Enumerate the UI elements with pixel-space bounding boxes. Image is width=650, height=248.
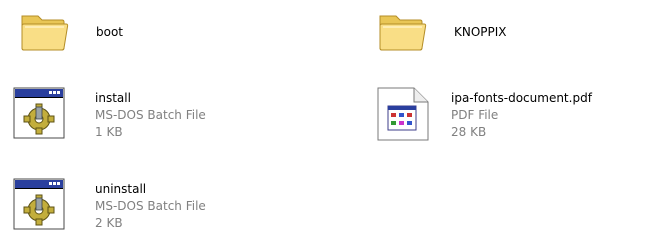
file-name: install <box>95 91 131 105</box>
file-size: 1 KB <box>95 125 123 139</box>
file-name: KNOPPIX <box>454 25 507 39</box>
file-name: ipa-fonts-document.pdf <box>451 91 592 105</box>
batch-file-icon <box>12 86 68 142</box>
file-size: 2 KB <box>95 216 123 230</box>
batch-file-icon <box>12 177 68 233</box>
file-type: MS-DOS Batch File <box>95 108 206 122</box>
file-item-install[interactable]: install MS-DOS Batch File 1 KB <box>12 86 312 146</box>
file-item-uninstall[interactable]: uninstall MS-DOS Batch File 2 KB <box>12 177 312 237</box>
folder-icon <box>18 4 74 60</box>
file-text: ipa-fonts-document.pdf PDF File 28 KB <box>451 90 592 141</box>
file-text: KNOPPIX <box>454 24 507 41</box>
file-name: boot <box>96 25 124 39</box>
file-item-ipa-fonts-document[interactable]: ipa-fonts-document.pdf PDF File 28 KB <box>374 86 644 146</box>
file-item-boot[interactable]: boot <box>18 4 318 64</box>
folder-icon <box>376 4 432 60</box>
pdf-file-icon <box>374 86 430 142</box>
file-name: uninstall <box>95 182 147 196</box>
file-item-knoppix[interactable]: KNOPPIX <box>376 4 636 64</box>
file-size: 28 KB <box>451 125 487 139</box>
file-text: uninstall MS-DOS Batch File 2 KB <box>95 181 206 232</box>
file-text: boot <box>96 24 123 41</box>
file-type: PDF File <box>451 108 499 122</box>
file-text: install MS-DOS Batch File 1 KB <box>95 90 206 141</box>
file-type: MS-DOS Batch File <box>95 199 206 213</box>
